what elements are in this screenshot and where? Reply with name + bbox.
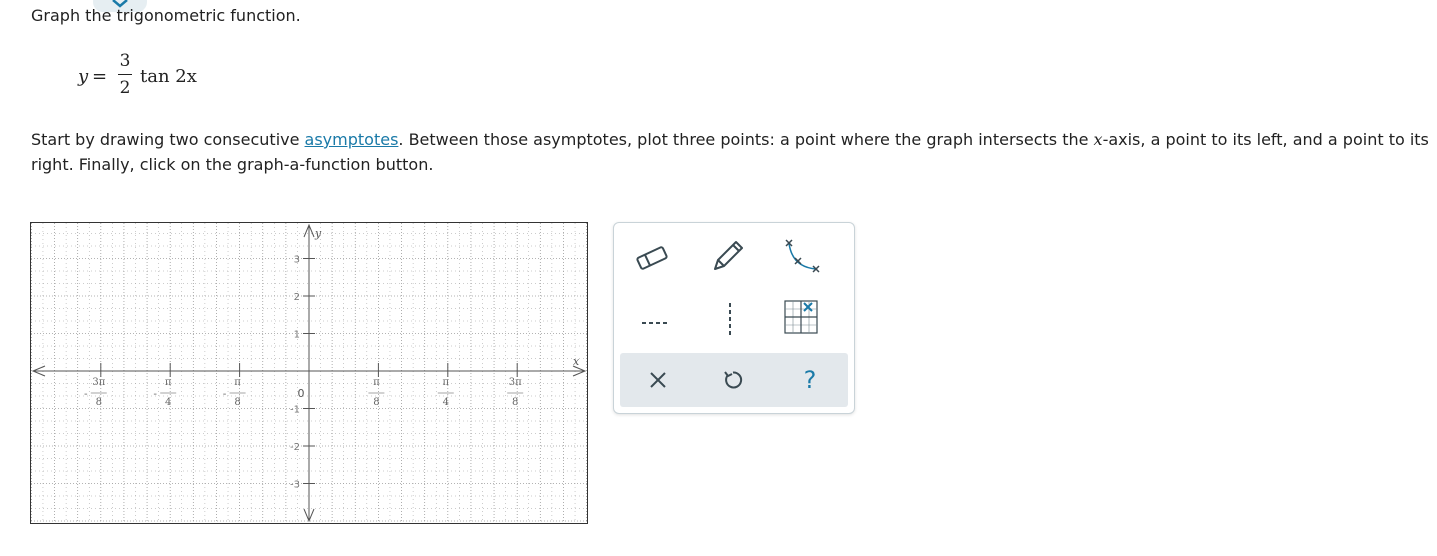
help-icon: ?: [803, 366, 817, 394]
fraction-denominator: 2: [119, 78, 131, 98]
undo-icon: [724, 371, 743, 389]
x-tick-denominator: 4: [165, 397, 171, 408]
instructions-x-variable: x: [1093, 130, 1103, 149]
y-axis-label: y: [314, 227, 322, 240]
x-tick-denominator: 8: [512, 397, 518, 408]
y-tick-label: 1: [294, 330, 300, 341]
curve-tool-button[interactable]: [782, 237, 822, 277]
instructions-part2: . Between those asymptotes, plot three p…: [398, 130, 1094, 149]
equation-lhs: y: [78, 66, 89, 87]
x-tick-denominator: 8: [96, 397, 102, 408]
x-tick-denominator: 4: [443, 397, 449, 408]
equation-fraction: 3 2: [118, 50, 132, 99]
x-tick-sign: -: [84, 389, 88, 400]
y-tick-label: -1: [290, 405, 300, 416]
graph-function-button[interactable]: [781, 297, 821, 337]
x-tick-sign: -: [153, 389, 157, 400]
close-icon: [650, 372, 666, 388]
instructions-text: Start by drawing two consecutive asympto…: [31, 127, 1431, 177]
x-tick-numerator: 3π: [509, 377, 522, 388]
asymptotes-link[interactable]: asymptotes: [305, 130, 399, 149]
dashed-horizontal-line-icon: [642, 322, 670, 324]
horizontal-asymptote-button[interactable]: [636, 299, 676, 339]
x-tick-numerator: 3π: [92, 377, 105, 388]
vertical-asymptote-button[interactable]: [710, 299, 750, 339]
x-tick-numerator: π: [234, 377, 241, 388]
y-tick-label: 2: [294, 292, 300, 303]
graph-action-bar: ?: [620, 353, 848, 407]
graph-area[interactable]: x y 3 2 1 -1 -2 -3 0 3π 8- π 4- π 8- π 8 π 4 3π 8: [30, 222, 588, 524]
undo-button[interactable]: [713, 360, 753, 400]
dashed-vertical-line-icon: [729, 303, 731, 335]
pencil-button[interactable]: [708, 236, 748, 276]
y-tick-label: -3: [290, 480, 300, 491]
x-tick-numerator: π: [373, 377, 380, 388]
clear-button[interactable]: [638, 360, 678, 400]
y-tick-label: 3: [294, 255, 300, 266]
x-tick-numerator: π: [165, 377, 172, 388]
y-tick-label: -2: [290, 442, 300, 453]
fraction-numerator: 3: [119, 51, 131, 71]
graph-function-icon: [784, 300, 818, 334]
x-tick-sign: -: [223, 389, 227, 400]
help-button[interactable]: ?: [790, 360, 830, 400]
eraser-button[interactable]: [632, 238, 672, 278]
origin-label: 0: [298, 387, 305, 400]
x-axis-label: x: [573, 355, 580, 368]
curve-icon: [785, 239, 820, 273]
graph-canvas[interactable]: xy321-1-2-303π8-π4-π8-π8π43π8: [31, 223, 587, 523]
instructions-part1: Start by drawing two consecutive: [31, 130, 305, 149]
equation-function: tan 2x: [140, 66, 197, 87]
graph-tool-panel: ?: [613, 222, 855, 414]
fraction-bar: [118, 74, 132, 75]
x-tick-denominator: 8: [234, 397, 240, 408]
pencil-icon: [714, 241, 743, 270]
equation-equals: =: [92, 66, 108, 87]
x-tick-numerator: π: [443, 377, 450, 388]
page-title: Graph the trigonometric function.: [31, 6, 301, 25]
x-tick-denominator: 8: [373, 397, 379, 408]
eraser-icon: [636, 246, 668, 270]
